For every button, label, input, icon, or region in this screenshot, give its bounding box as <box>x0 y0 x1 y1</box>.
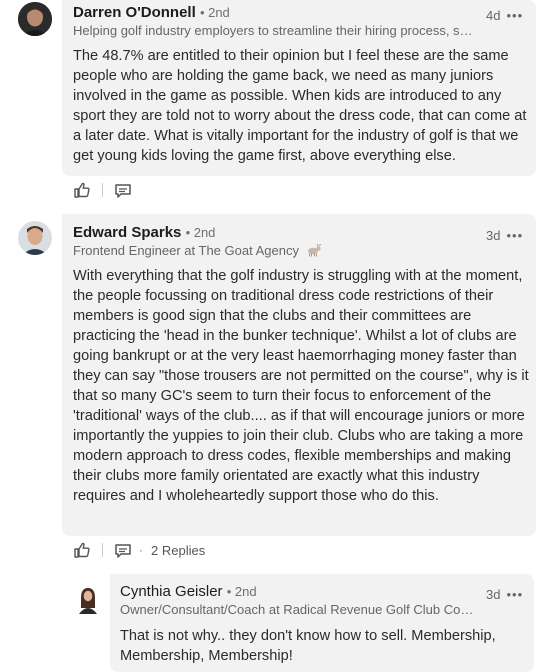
action-divider <box>102 543 103 557</box>
commenter-name[interactable]: Darren O'Donnell <box>73 4 196 21</box>
avatar[interactable] <box>76 586 100 614</box>
comment-meta: 3d ••• <box>486 587 523 602</box>
reply-icon[interactable] <box>113 180 133 200</box>
commenter-headline: Helping golf industry employers to strea… <box>73 23 473 38</box>
commenter-headline: Owner/Consultant/Coach at Radical Revenu… <box>120 602 475 617</box>
connection-degree: • 2nd <box>185 225 216 240</box>
comment-body: That is not why.. they don't know how to… <box>120 628 496 664</box>
comment-body: The 48.7% are entitled to their opinion … <box>73 48 527 164</box>
reply-icon[interactable] <box>113 540 133 560</box>
goat-icon <box>306 243 322 260</box>
comment-body: With everything that the golf industry i… <box>73 268 529 504</box>
more-options-icon[interactable]: ••• <box>506 587 523 602</box>
comment-meta: 4d ••• <box>486 8 523 23</box>
like-icon[interactable] <box>72 540 92 560</box>
comment-timestamp: 4d <box>486 8 501 23</box>
avatar-photo <box>18 221 52 255</box>
action-divider <box>102 183 103 197</box>
comment-timestamp: 3d <box>486 228 501 243</box>
commenter-name-line: Cynthia Geisler • 2nd <box>120 583 257 600</box>
comment-timestamp: 3d <box>486 587 501 602</box>
commenter-name[interactable]: Cynthia Geisler <box>120 583 223 600</box>
avatar-photo <box>18 2 52 36</box>
comment-actions <box>72 180 133 200</box>
separator-dot: · <box>139 543 143 557</box>
replies-count-link[interactable]: 2 Replies <box>151 543 205 558</box>
avatar[interactable] <box>18 2 52 36</box>
more-options-icon[interactable]: ••• <box>506 8 523 23</box>
headline-text: Frontend Engineer at The Goat Agency <box>73 243 299 258</box>
comment-actions: · 2 Replies <box>72 540 205 560</box>
comment-meta: 3d ••• <box>486 228 523 243</box>
commenter-headline: Frontend Engineer at The Goat Agency <box>73 243 473 260</box>
commenter-name-line: Edward Sparks • 2nd <box>73 224 215 241</box>
connection-degree: • 2nd <box>199 5 230 20</box>
like-icon[interactable] <box>72 180 92 200</box>
connection-degree: • 2nd <box>226 584 257 599</box>
avatar-photo <box>79 588 97 614</box>
avatar[interactable] <box>18 221 52 255</box>
commenter-name-line: Darren O'Donnell • 2nd <box>73 4 230 21</box>
more-options-icon[interactable]: ••• <box>506 228 523 243</box>
commenter-name[interactable]: Edward Sparks <box>73 224 181 241</box>
